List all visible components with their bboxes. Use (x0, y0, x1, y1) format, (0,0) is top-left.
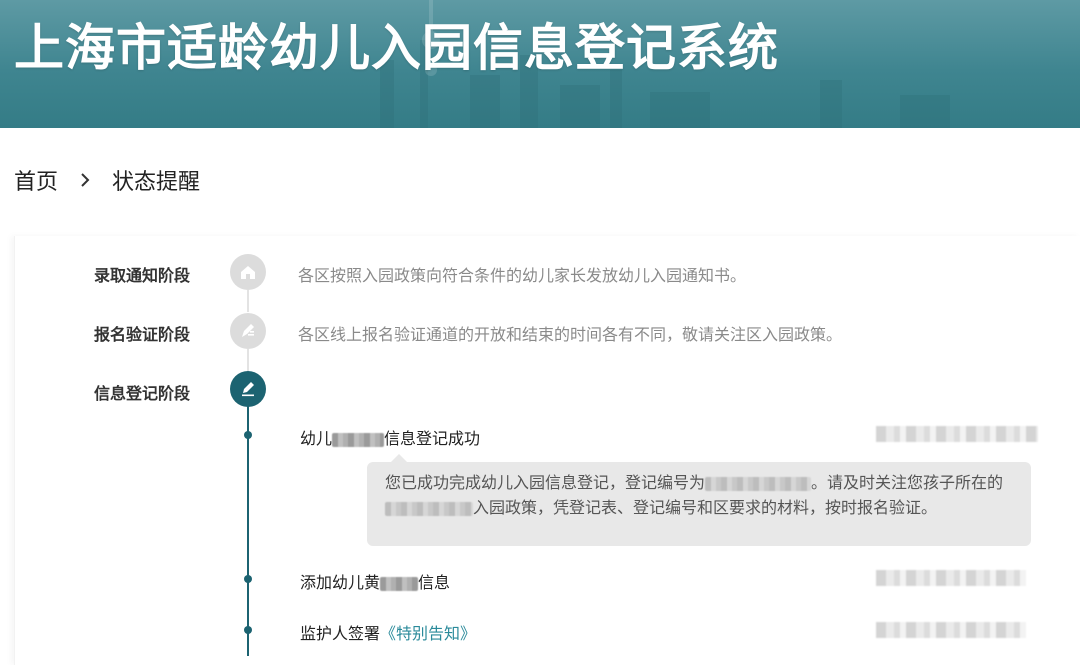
redacted-district (385, 501, 473, 516)
redacted-name (332, 432, 385, 447)
step-register-success: 幼儿 信息登记成功 (300, 429, 481, 448)
special-notice-link[interactable]: 《特别告知》 (380, 624, 476, 643)
redacted-timestamp (876, 426, 1038, 442)
stage-label-registration-verify: 报名验证阶段 (94, 325, 191, 344)
home-icon (230, 254, 266, 290)
stage-label-admission-notice: 录取通知阶段 (94, 266, 191, 285)
timeline-connector-active (247, 406, 249, 656)
breadcrumb-home-link[interactable]: 首页 (14, 164, 58, 196)
redacted-name (380, 576, 419, 591)
document-edit-icon (230, 313, 266, 349)
stage-desc-admission-notice: 各区按照入园政策向符合条件的幼儿家长发放幼儿入园通知书。 (298, 266, 747, 285)
registration-notice: 您已成功完成幼儿入园信息登记，登记编号为 。请及时关注您孩子所在的入园政策，凭登记… (367, 454, 1031, 546)
timeline-connector (247, 290, 249, 312)
redacted-timestamp (876, 570, 1026, 586)
header-banner: 上海市适龄幼儿入园信息登记系统 (0, 0, 1080, 128)
breadcrumb-current: 状态提醒 (112, 170, 201, 195)
timeline-dot (244, 431, 252, 439)
stage-label-info-register: 信息登记阶段 (94, 384, 191, 403)
timeline-dot (244, 626, 252, 634)
breadcrumb: 首页 状态提醒 (14, 164, 200, 196)
timeline-dot (244, 575, 252, 583)
timeline-connector (247, 349, 249, 371)
step-guardian-sign: 监护人签署《特别告知》 (300, 624, 477, 643)
redacted-registration-number (705, 476, 812, 491)
page-title: 上海市适龄幼儿入园信息登记系统 (14, 19, 779, 77)
step-add-child: 添加幼儿黄 信息 (300, 573, 451, 592)
pen-icon (230, 371, 266, 407)
status-panel (14, 236, 1080, 665)
stage-desc-registration-verify: 各区线上报名验证通道的开放和结束的时间各有不同，敬请关注区入园政策。 (298, 325, 843, 344)
chevron-right-icon (80, 172, 90, 188)
redacted-timestamp (876, 622, 1026, 638)
